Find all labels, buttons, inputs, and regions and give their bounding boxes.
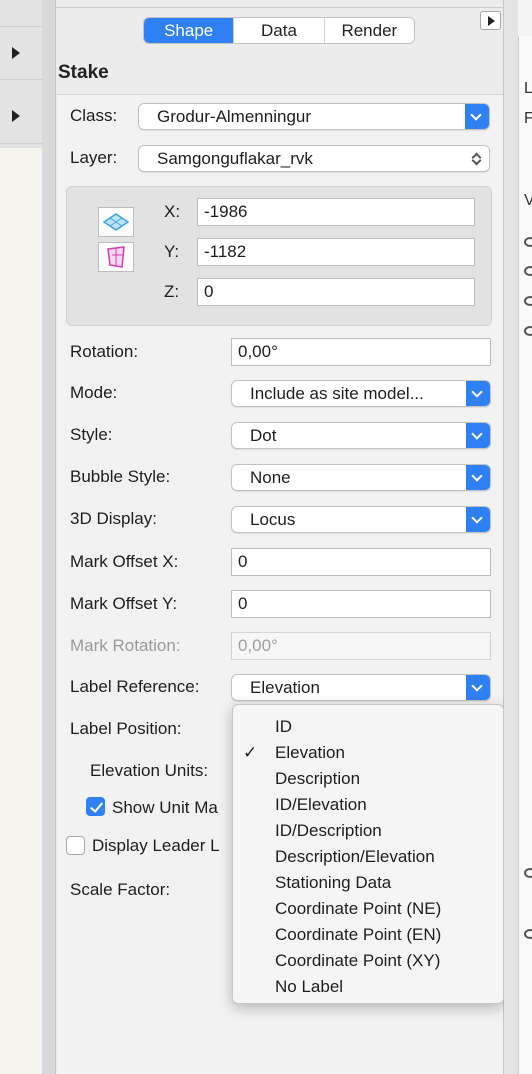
display-leader-label: Display Leader L: [92, 836, 220, 855]
style-value: Dot: [250, 425, 277, 445]
chevron-down-icon: [466, 465, 490, 490]
menu-item-id[interactable]: ID: [275, 717, 292, 737]
mode-select[interactable]: Include as site model...: [231, 380, 491, 407]
label-reference-menu: ✓ ID Elevation Description ID/Elevation …: [232, 704, 504, 1004]
z-label: Z:: [164, 282, 180, 301]
bubble-style-label: Bubble Style:: [70, 467, 171, 486]
menu-item-stationing-data[interactable]: Stationing Data: [275, 873, 391, 893]
tab-shape[interactable]: Shape: [144, 18, 234, 43]
left-panel: [0, 0, 42, 1074]
visibility-eye-icon[interactable]: [524, 266, 532, 276]
mark-offset-x-label: Mark Offset X:: [70, 552, 179, 571]
layer-label: Layer:: [70, 148, 118, 167]
z-field[interactable]: 0: [197, 278, 475, 306]
x-field[interactable]: -1986: [197, 198, 475, 226]
chevron-down-icon: [466, 381, 490, 406]
menu-item-id-description[interactable]: ID/Description: [275, 821, 382, 841]
mark-offset-y-field[interactable]: 0: [231, 590, 491, 618]
menu-item-description[interactable]: Description: [275, 769, 360, 789]
3d-display-label: 3D Display:: [70, 509, 157, 528]
rotation-label: Rotation:: [70, 342, 139, 361]
menu-item-coordinate-point-en[interactable]: Coordinate Point (EN): [275, 925, 441, 945]
chevron-down-icon: [465, 104, 489, 129]
tab-render[interactable]: Render: [323, 18, 414, 43]
checkmark-icon: ✓: [243, 743, 258, 762]
y-label: Y:: [164, 242, 180, 261]
bubble-style-value: None: [250, 467, 291, 487]
3d-display-select[interactable]: Locus: [231, 506, 491, 533]
layer-select[interactable]: Samgonguflakar_rvk: [138, 145, 490, 172]
menu-item-id-elevation[interactable]: ID/Elevation: [275, 795, 367, 815]
visibility-eye-icon[interactable]: [524, 929, 532, 939]
label-reference-label: Label Reference:: [70, 677, 200, 696]
menu-item-coordinate-point-ne[interactable]: Coordinate Point (NE): [275, 899, 441, 919]
right-splitter[interactable]: [504, 0, 518, 1074]
label-reference-select[interactable]: Elevation: [231, 674, 491, 701]
play-icon[interactable]: [480, 11, 501, 30]
tab-bar: Shape Data Render: [143, 17, 415, 44]
style-label: Style:: [70, 425, 113, 444]
scale-factor-label: Scale Factor:: [70, 880, 171, 899]
object-title: Stake: [58, 62, 109, 83]
3d-view-icon[interactable]: [98, 242, 134, 272]
mark-offset-x-field[interactable]: 0: [231, 548, 491, 576]
show-unit-checkbox[interactable]: [86, 797, 105, 816]
bubble-style-select[interactable]: None: [231, 464, 491, 491]
mark-offset-y-label: Mark Offset Y:: [70, 594, 178, 613]
class-select[interactable]: Grodur-Almenningur: [138, 103, 490, 130]
label-position-label: Label Position:: [70, 719, 182, 738]
show-unit-label: Show Unit Ma: [112, 798, 218, 817]
left-disclosure-row-2[interactable]: [0, 90, 42, 144]
menu-item-description-elevation[interactable]: Description/Elevation: [275, 847, 435, 867]
visibility-eye-icon[interactable]: [524, 326, 532, 336]
mark-rotation-label: Mark Rotation:: [70, 636, 181, 655]
splitter[interactable]: [42, 0, 56, 1074]
visibility-eye-icon[interactable]: [524, 296, 532, 306]
style-select[interactable]: Dot: [231, 422, 491, 449]
layer-value: Samgonguflakar_rvk: [157, 148, 313, 168]
3d-display-value: Locus: [250, 509, 296, 529]
mode-value: Include as site model...: [250, 383, 424, 403]
menu-item-coordinate-point-xy[interactable]: Coordinate Point (XY): [275, 951, 440, 971]
class-label: Class:: [70, 106, 118, 125]
chevron-down-icon: [466, 423, 490, 448]
visibility-eye-icon[interactable]: [524, 237, 532, 247]
display-leader-checkbox[interactable]: [66, 836, 85, 855]
menu-item-no-label[interactable]: No Label: [275, 977, 343, 997]
elevation-units-label: Elevation Units:: [90, 761, 209, 780]
x-label: X:: [164, 202, 181, 221]
right-panel-text-3: V: [524, 192, 532, 209]
panel-titlebar: [56, 0, 504, 8]
class-value: Grodur-Almenningur: [157, 106, 312, 126]
tab-data[interactable]: Data: [233, 18, 323, 43]
rotation-field[interactable]: 0,00°: [231, 338, 491, 366]
left-disclosure-row-1[interactable]: [0, 26, 42, 80]
right-panel-text-2: F: [524, 110, 532, 127]
plan-view-icon[interactable]: [98, 207, 134, 237]
chevron-down-icon: [466, 507, 490, 532]
menu-item-elevation[interactable]: Elevation: [275, 743, 345, 763]
right-panel-text-1: L: [524, 80, 532, 97]
chevron-down-icon: [466, 675, 490, 700]
mode-label: Mode:: [70, 383, 118, 402]
y-field[interactable]: -1182: [197, 238, 475, 266]
visibility-eye-icon[interactable]: [524, 868, 532, 878]
disclosure-triangle-icon[interactable]: [12, 47, 20, 59]
up-down-chevron-icon: [465, 146, 489, 171]
disclosure-triangle-icon[interactable]: [12, 110, 20, 122]
mark-rotation-field: 0,00°: [231, 632, 491, 660]
label-reference-value: Elevation: [250, 677, 320, 697]
